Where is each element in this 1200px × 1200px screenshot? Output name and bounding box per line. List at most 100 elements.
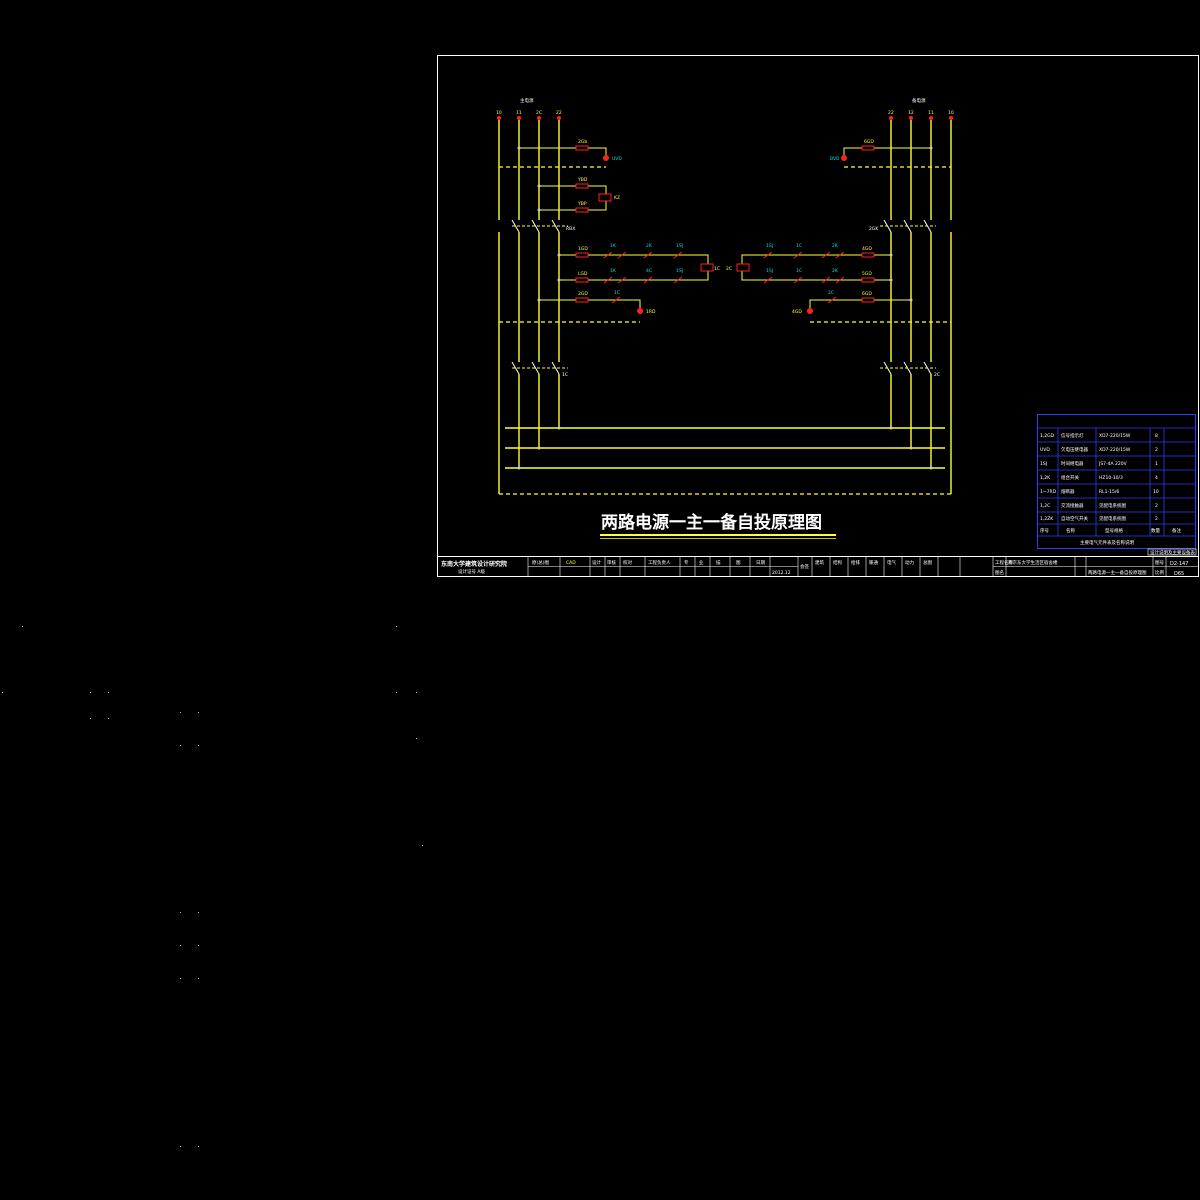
right-fuses — [736, 145, 875, 303]
component-label: 1SJ — [676, 268, 683, 274]
svg-text:8: 8 — [1155, 433, 1158, 439]
breaker-label: 2C — [934, 372, 940, 378]
legend-footer: 主要电气元件表及名称说明 — [1080, 539, 1134, 546]
drawing-no: D2-147 — [1170, 561, 1188, 567]
tb-cell: 总图 — [923, 559, 932, 566]
component-label: 1C — [796, 268, 802, 274]
tb-cell: 建筑 — [815, 559, 824, 566]
drawing-name: 两路电源一主一备自投原理图 — [1088, 569, 1147, 576]
component-label: 2K — [832, 243, 839, 249]
svg-text:2: 2 — [1155, 516, 1158, 522]
component-label: 4C — [646, 268, 652, 274]
main-source-label: 主电源 — [520, 97, 534, 104]
component-label: 2K — [832, 268, 839, 274]
legend-header-row: 序号 名称 型号规格 数量 备注 — [1040, 527, 1181, 534]
component-label: 4GD — [862, 246, 872, 252]
svg-text:2: 2 — [1155, 447, 1158, 453]
component-label: 1K — [610, 243, 617, 249]
tb-cell: 给排 — [851, 559, 860, 566]
tb-cell: 暖通 — [869, 559, 878, 566]
tb-cell: 审核 — [607, 559, 616, 566]
sheet-no: D65 — [1174, 571, 1184, 577]
right-control-circuit — [741, 147, 931, 311]
institute-name: 东南大学建筑设计研究院 — [441, 560, 507, 568]
drawing-no-label: 图号 — [1155, 560, 1164, 566]
right-indicator-lamps — [807, 155, 847, 314]
component-label: 1SJ — [766, 268, 773, 274]
project-name: 南京东大学生活区宿舍楼 — [1008, 559, 1058, 566]
phase-buses — [498, 120, 952, 494]
component-label: BVD — [830, 156, 840, 162]
svg-text:4: 4 — [1155, 475, 1158, 481]
svg-text:HZ10-10/3: HZ10-10/3 — [1099, 475, 1123, 481]
phase-label: 2C — [536, 110, 542, 116]
component-label: LGD — [578, 271, 588, 277]
svg-text:备注: 备注 — [1172, 527, 1181, 534]
svg-text:1~7RD: 1~7RD — [1040, 489, 1057, 495]
tb-cell: 日期 — [756, 560, 765, 566]
left-phase-labels: 10 11 2C 22 — [496, 110, 562, 116]
tb-cell: 动力 — [905, 559, 914, 566]
tb-cell: 工程负责人 — [648, 559, 671, 566]
phase-label: 11 — [516, 110, 522, 116]
tb-cell: 设计 — [592, 559, 601, 566]
backup-source-label: 备电源 — [912, 97, 926, 104]
component-label: 1SJ — [766, 243, 773, 249]
component-label: 2C — [726, 266, 732, 272]
phase-label: 12 — [908, 110, 914, 116]
svg-text:10: 10 — [1153, 489, 1159, 495]
tb-cell: 业 — [699, 559, 704, 566]
svg-text:型号规格: 型号规格 — [1105, 527, 1123, 534]
svg-text:信号指示灯: 信号指示灯 — [1061, 432, 1084, 439]
phase-label: 10 — [948, 110, 954, 116]
component-label: 2Gb — [578, 139, 587, 145]
component-label: 2C — [828, 290, 834, 296]
svg-text:名称: 名称 — [1066, 527, 1075, 534]
tb-cell: 原(总)图 — [532, 559, 550, 566]
tb-cell: 电气 — [887, 559, 896, 566]
svg-text:1,2GD: 1,2GD — [1040, 433, 1055, 439]
breaker-label: 1C — [562, 372, 568, 378]
tb-cell: 会签 — [800, 563, 809, 570]
tb-cell: 专 — [684, 559, 689, 566]
svg-text:JS7-4A 220V: JS7-4A 220V — [1098, 461, 1128, 467]
sheet-label: 比例 — [1155, 569, 1164, 576]
svg-text:1,2C: 1,2C — [1040, 503, 1050, 509]
breaker-label: RBX — [566, 226, 575, 232]
component-label: 2K — [646, 243, 653, 249]
component-label: 1K — [610, 268, 617, 274]
component-label: 4GD — [792, 309, 802, 315]
component-label: 1C — [796, 243, 802, 249]
svg-text:XD7-220/15W: XD7-220/15W — [1099, 447, 1131, 453]
tb-cell: 校对 — [623, 559, 632, 566]
left-indicator-lamps — [603, 155, 643, 314]
component-label: 1C — [614, 290, 620, 296]
svg-text:自动空气开关: 自动空气开关 — [1061, 515, 1088, 522]
breaker-symbols — [511, 219, 932, 375]
component-label: 6GD — [864, 139, 874, 145]
component-label: 1RD — [646, 309, 656, 315]
title-block: 东南大学建筑设计研究院 设计证号 A级 原(总)图 CAD 设计 审核 校对 工… — [437, 556, 1199, 577]
svg-text:1,2K: 1,2K — [1040, 475, 1051, 481]
svg-text:RL1-15/6: RL1-15/6 — [1099, 489, 1119, 495]
svg-text:见配电系统图: 见配电系统图 — [1099, 502, 1126, 509]
phase-label: 11 — [928, 110, 934, 116]
right-component-labels: 6GD BVD 1SJ 1C 2K 4GD 2C 1SJ 1C 2K 5GD 2… — [726, 139, 874, 315]
legend-table: 1,2GD 信号指示灯 XD7-220/15W 8 UVD 欠电压继电器 XD7… — [1037, 414, 1197, 556]
tb-cell: CAD — [566, 560, 576, 566]
left-component-labels: 2Gb UVD YBD YBP KZ 1GD 1K 2K 1SJ 1C LGD … — [577, 139, 720, 315]
component-label: 1C — [714, 266, 720, 272]
cad-drawing: 主电源 备电源 10 11 2C 22 22 12 11 10 RBX 1C 2… — [2, 55, 1199, 1147]
terminals — [497, 116, 953, 120]
svg-text:欠电压继电器: 欠电压继电器 — [1061, 446, 1088, 453]
component-label: 1GD — [578, 246, 588, 252]
tb-cell: 结构 — [833, 559, 842, 566]
svg-text:交流接触器: 交流接触器 — [1061, 502, 1084, 509]
component-label: 6GD — [862, 291, 872, 297]
control-boundaries — [499, 166, 951, 495]
svg-text:XD7-220/15W: XD7-220/15W — [1099, 433, 1131, 439]
stray-points — [2, 626, 423, 1147]
right-phase-labels: 22 12 11 10 — [888, 110, 954, 116]
svg-text:组合开关: 组合开关 — [1061, 474, 1079, 481]
institute-sub: 设计证号 A级 — [458, 568, 486, 575]
